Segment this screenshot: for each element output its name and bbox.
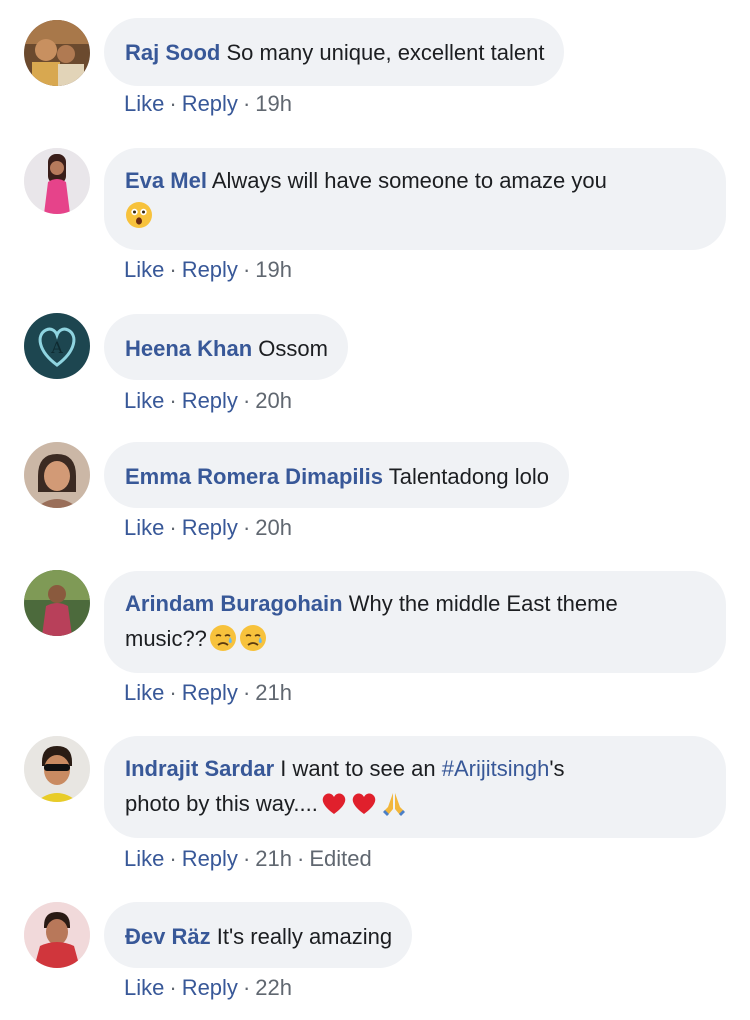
avatar[interactable]: [24, 902, 90, 968]
separator-dot: ·: [169, 515, 177, 540]
comment-text: Why the middle East theme: [348, 591, 618, 616]
hashtag-link[interactable]: #Arijitsingh: [442, 756, 550, 781]
comment-timestamp[interactable]: 19h: [255, 257, 292, 282]
separator-dot: ·: [242, 975, 251, 1000]
avatar-photo: [24, 570, 90, 636]
like-link[interactable]: Like: [124, 846, 164, 871]
comment-actions: Like · Reply · 21h · Edited: [124, 846, 372, 872]
avatar[interactable]: [24, 148, 90, 214]
reply-link[interactable]: Reply: [182, 680, 238, 705]
comment-text: Ossom: [258, 336, 328, 361]
separator-dot: ·: [242, 515, 251, 540]
separator-dot: ·: [169, 91, 177, 116]
like-link[interactable]: Like: [124, 680, 164, 705]
like-link[interactable]: Like: [124, 257, 164, 282]
comment-timestamp[interactable]: 19h: [255, 91, 292, 116]
sad-relieved-face-emoji: [239, 624, 267, 652]
separator-dot: ·: [169, 388, 177, 413]
comment-text: 's: [549, 756, 565, 781]
separator-dot: ·: [296, 846, 305, 871]
comment-timestamp[interactable]: 20h: [255, 388, 292, 413]
comment-author-link[interactable]: Heena Khan: [125, 336, 252, 361]
comment-author-link[interactable]: Indrajit Sardar: [125, 756, 274, 781]
reply-link[interactable]: Reply: [182, 257, 238, 282]
comment-author-link[interactable]: Emma Romera Dimapilis: [125, 464, 383, 489]
comment-actions: Like · Reply · 22h: [124, 975, 292, 1001]
separator-dot: ·: [169, 257, 177, 282]
reply-link[interactable]: Reply: [182, 846, 238, 871]
comment-author-link[interactable]: Arindam Buragohain: [125, 591, 343, 616]
comment-timestamp[interactable]: 21h: [255, 846, 292, 871]
comment-bubble: Indrajit Sardar I want to see an #Arijit…: [104, 736, 726, 838]
separator-dot: ·: [169, 975, 177, 1000]
svg-text:A: A: [50, 338, 63, 357]
comment-text: Talentadong lolo: [388, 464, 549, 489]
avatar[interactable]: [24, 20, 90, 86]
avatar-photo: A: [24, 313, 90, 379]
avatar[interactable]: [24, 442, 90, 508]
folded-hands-emoji: [380, 789, 408, 817]
comment-actions: Like · Reply · 19h: [124, 257, 292, 283]
reply-link[interactable]: Reply: [182, 91, 238, 116]
avatar-photo: [24, 736, 90, 802]
red-heart-emoji: [320, 789, 348, 817]
separator-dot: ·: [242, 388, 251, 413]
reply-link[interactable]: Reply: [182, 388, 238, 413]
avatar[interactable]: A: [24, 313, 90, 379]
like-link[interactable]: Like: [124, 975, 164, 1000]
comment-timestamp[interactable]: 20h: [255, 515, 292, 540]
reply-link[interactable]: Reply: [182, 515, 238, 540]
edited-label[interactable]: Edited: [309, 846, 371, 871]
comment-text: photo by this way....: [125, 791, 318, 816]
comment-text: I want to see an: [280, 756, 436, 781]
comment-text: So many unique, excellent talent: [226, 40, 545, 65]
separator-dot: ·: [242, 257, 251, 282]
comment-actions: Like · Reply · 20h: [124, 515, 292, 541]
comment-text: music??: [125, 626, 207, 651]
avatar-photo: [24, 20, 90, 86]
comment-actions: Like · Reply · 20h: [124, 388, 292, 414]
comment-timestamp[interactable]: 22h: [255, 975, 292, 1000]
comment-bubble: Arindam Buragohain Why the middle East t…: [104, 571, 726, 673]
comment-author-link[interactable]: Eva Mel: [125, 168, 207, 193]
sad-relieved-face-emoji: [209, 624, 237, 652]
comment-actions: Like · Reply · 21h: [124, 680, 292, 706]
red-heart-emoji: [350, 789, 378, 817]
avatar-photo: [24, 148, 90, 214]
avatar[interactable]: [24, 736, 90, 802]
comment-timestamp[interactable]: 21h: [255, 680, 292, 705]
like-link[interactable]: Like: [124, 515, 164, 540]
comment-bubble: Ðev Räz It's really amazing: [104, 902, 413, 968]
separator-dot: ·: [242, 680, 251, 705]
separator-dot: ·: [242, 91, 251, 116]
comment-text: Always will have someone to amaze you: [211, 168, 607, 193]
comment-bubble: Emma Romera Dimapilis Talentadong lolo: [104, 442, 569, 508]
comment-text: It's really amazing: [216, 924, 393, 949]
separator-dot: ·: [169, 846, 177, 871]
avatar-photo: [24, 902, 90, 968]
like-link[interactable]: Like: [124, 388, 164, 413]
comment-bubble: Raj Sood So many unique, excellent talen…: [104, 18, 565, 86]
reply-link[interactable]: Reply: [182, 975, 238, 1000]
astonished-face-emoji: [125, 201, 153, 229]
separator-dot: ·: [169, 680, 177, 705]
avatar[interactable]: [24, 570, 90, 636]
comment-actions: Like · Reply · 19h: [124, 91, 292, 117]
comment-author-link[interactable]: Ðev Räz: [125, 924, 211, 949]
comment-bubble: Heena Khan Ossom: [104, 314, 348, 380]
separator-dot: ·: [242, 846, 251, 871]
like-link[interactable]: Like: [124, 91, 164, 116]
comment-bubble: Eva Mel Always will have someone to amaz…: [104, 148, 726, 250]
avatar-photo: [24, 442, 90, 508]
comment-list: Raj Sood So many unique, excellent talen…: [0, 0, 750, 1020]
comment-author-link[interactable]: Raj Sood: [125, 40, 220, 65]
